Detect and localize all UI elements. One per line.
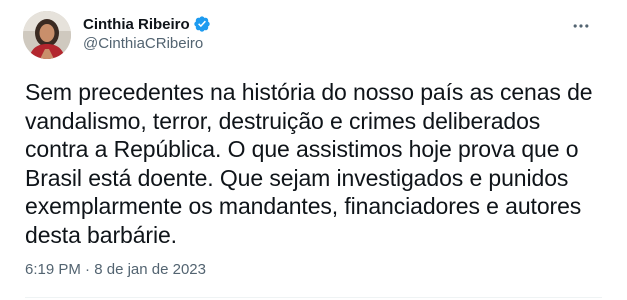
name-row: Cinthia Ribeiro — [83, 14, 211, 34]
tweet-date[interactable]: 8 de jan de 2023 — [94, 261, 206, 278]
divider — [25, 297, 602, 298]
tweet-card: Cinthia Ribeiro @CinthiaCRibeiro Sem pre… — [0, 0, 627, 300]
avatar[interactable] — [23, 11, 71, 59]
author-handle[interactable]: @CinthiaCRibeiro — [83, 35, 211, 52]
meta-separator: · — [85, 261, 91, 278]
more-options-button[interactable] — [564, 12, 598, 40]
verified-badge-icon — [193, 15, 211, 33]
avatar-photo-icon — [23, 11, 71, 59]
author-block: Cinthia Ribeiro @CinthiaCRibeiro — [83, 14, 211, 52]
tweet-text: Sem precedentes na história do nosso paí… — [25, 79, 593, 248]
tweet-time[interactable]: 6:19 PM — [25, 261, 81, 278]
display-name[interactable]: Cinthia Ribeiro — [83, 16, 190, 33]
more-horizontal-icon — [573, 24, 589, 28]
tweet-timestamp: 6:19 PM · 8 de jan de 2023 — [25, 261, 206, 278]
